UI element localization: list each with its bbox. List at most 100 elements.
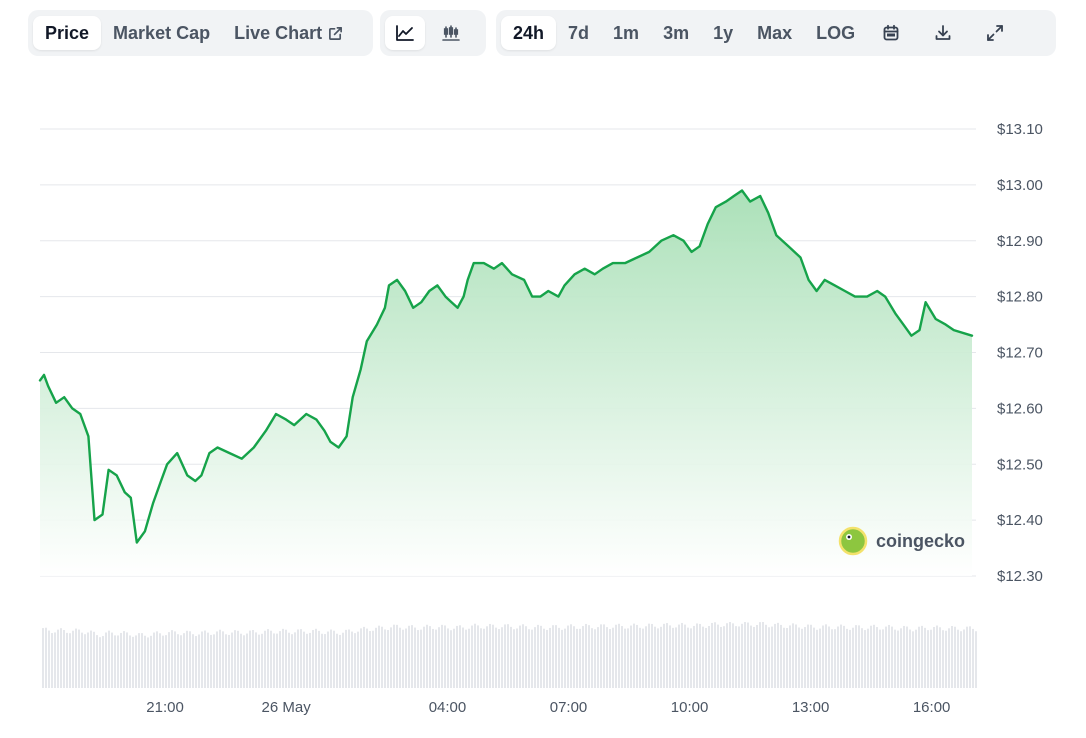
volume-bar [684,624,686,688]
volume-bar [543,628,545,688]
volume-bar [210,634,212,688]
volume-bar [348,629,350,688]
volume-bar [54,632,56,688]
volume-bars [42,622,977,688]
volume-bar [897,630,899,688]
volume-bar [501,627,503,688]
volume-bar [390,627,392,688]
volume-bar [534,627,536,688]
volume-bar [201,631,203,688]
volume-bar [459,625,461,688]
volume-bar [720,626,722,688]
volume-bar [900,628,902,688]
volume-bar [927,630,929,688]
volume-bar [450,630,452,688]
y-tick-label: $13.10 [997,121,1043,138]
volume-bar [63,629,65,688]
volume-bar [612,627,614,688]
volume-bar [672,627,674,688]
volume-bar [315,628,317,688]
volume-bar [456,625,458,688]
price-area-fill [40,190,972,576]
volume-bar [594,629,596,688]
volume-bar [624,628,626,688]
volume-bar [933,626,935,688]
volume-bar [483,628,485,688]
volume-bar [399,627,401,688]
volume-bar [327,631,329,688]
volume-bar [429,626,431,688]
volume-bar [312,630,314,688]
volume-bar [129,635,131,688]
volume-bar [852,627,854,688]
volume-bar [951,625,953,688]
volume-bar [183,633,185,688]
volume-bar [468,628,470,688]
volume-bar [738,626,740,688]
volume-bar [819,628,821,688]
volume-bar [747,622,749,688]
volume-bar [777,622,779,688]
volume-bar [471,625,473,688]
volume-bar [123,631,125,688]
volume-bar [408,625,410,688]
volume-bar [261,633,263,688]
volume-bar [954,626,956,688]
volume-bar [240,633,242,688]
y-tick-label: $12.30 [997,568,1043,585]
volume-bar [231,632,233,688]
coingecko-watermark: coingecko [838,526,965,556]
volume-bar [834,629,836,688]
volume-bar [375,627,377,688]
volume-bar [930,629,932,688]
volume-bar [285,629,287,688]
volume-bar [330,629,332,688]
volume-bar [195,636,197,688]
volume-bar [675,627,677,688]
volume-bar [420,629,422,688]
volume-bar [909,629,911,688]
price-chart[interactable]: $13.10 $13.00 $12.90 $12.80 $12.70 $12.60 $12.… [0,0,1086,738]
volume-bar [150,635,152,688]
volume-bar [510,626,512,688]
volume-bar [576,628,578,688]
volume-bar [912,631,914,688]
volume-bar [768,627,770,688]
volume-bar [252,629,254,688]
volume-bar [681,622,683,688]
volume-bar [417,630,419,688]
volume-bar [756,625,758,688]
volume-bar [411,625,413,688]
x-tick-label: 26 May [262,699,312,716]
volume-bar [789,625,791,688]
volume-bar [603,624,605,688]
volume-bar [522,624,524,688]
x-tick-label: 21:00 [146,699,184,716]
volume-bar [558,627,560,688]
volume-bar [444,625,446,688]
volume-bar [48,630,50,688]
volume-bar [618,623,620,688]
volume-bar [570,624,572,688]
volume-bar [795,624,797,688]
volume-bar [318,630,320,688]
volume-bar [258,634,260,688]
volume-bar [564,628,566,688]
volume-bar [84,634,86,688]
volume-bar [45,627,47,688]
volume-bar [696,623,698,688]
volume-bar [87,632,89,688]
x-tick-label: 13:00 [792,699,830,716]
volume-bar [300,629,302,688]
volume-bar [75,628,77,688]
volume-bar [861,628,863,688]
volume-bar [942,630,944,688]
volume-bar [135,635,137,688]
volume-bar [876,627,878,688]
volume-bar [504,624,506,688]
volume-bar [324,634,326,688]
volume-bar [384,629,386,688]
volume-bar [60,628,62,688]
volume-bar [864,630,866,688]
volume-bar [216,631,218,688]
